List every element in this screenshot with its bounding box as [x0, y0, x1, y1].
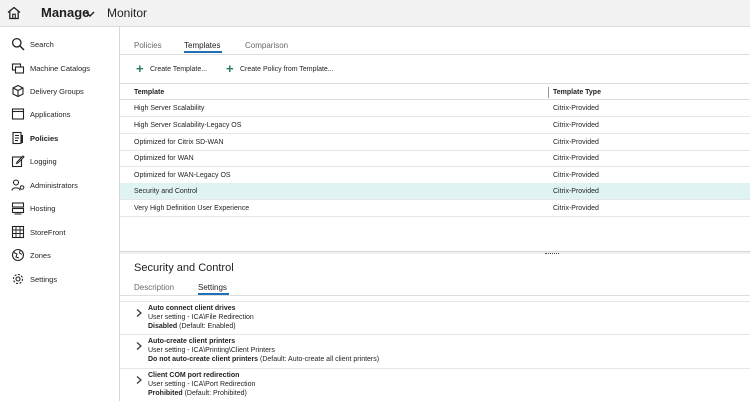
tab-templates[interactable]: Templates: [184, 40, 220, 51]
sidebar-item-applications[interactable]: Applications: [0, 104, 119, 126]
tabs-divider: [120, 54, 750, 55]
setting-value: Do not auto-create client printers: [148, 356, 259, 363]
table-row[interactable]: Optimized for WAN-Legacy OS Citrix-Provi…: [120, 167, 750, 184]
sidebar-item-logging[interactable]: Logging: [0, 151, 119, 173]
setting-path: User setting - ICA\Printing\Client Print…: [148, 347, 275, 354]
sidebar-item-administrators[interactable]: Administrators: [0, 175, 119, 197]
setting-value: Prohibited: [148, 390, 183, 397]
chevron-right-icon[interactable]: [134, 338, 144, 350]
sidebar-item-label: Policies: [30, 134, 59, 143]
chevron-right-icon[interactable]: [134, 305, 144, 317]
setting-default: (Default: Enabled): [179, 323, 236, 330]
sidebar-item-label: Machine Catalogs: [30, 64, 91, 73]
main-content: Policies Templates Comparison + Create T…: [120, 27, 750, 401]
administrators-icon: [11, 178, 25, 192]
setting-value-line: Do not auto-create client printers (Defa…: [148, 355, 379, 364]
tab-description[interactable]: Description: [134, 282, 174, 293]
chevron-right-icon[interactable]: [134, 372, 144, 384]
setting-name: Auto connect client drives: [148, 305, 236, 312]
table-row-selected[interactable]: Security and Control Citrix-Provided: [120, 183, 750, 200]
setting-item[interactable]: Auto connect client drives User setting …: [134, 304, 734, 336]
zones-icon: [11, 248, 25, 262]
sidebar-item-label: Logging: [30, 157, 57, 166]
sidebar-item-label: Administrators: [30, 181, 78, 190]
settings-divider: [120, 368, 750, 369]
manage-menu[interactable]: Manage: [41, 5, 89, 21]
details-tabs-divider: [120, 295, 750, 296]
home-icon[interactable]: [6, 5, 22, 21]
sidebar-item-label: StoreFront: [30, 228, 66, 237]
table-row[interactable]: High Server Scalability-Legacy OS Citrix…: [120, 117, 750, 134]
table-row[interactable]: Optimized for Citrix SD-WAN Citrix-Provi…: [120, 134, 750, 151]
sidebar-item-label: Hosting: [30, 204, 56, 213]
sidebar-item-storefront[interactable]: StoreFront: [0, 222, 119, 244]
setting-default: (Default: Auto-create all client printer…: [260, 356, 380, 363]
setting-item[interactable]: Auto-create client printers User setting…: [134, 337, 734, 369]
settings-divider: [120, 301, 750, 302]
plus-icon: +: [136, 61, 144, 76]
setting-value: Disabled: [148, 323, 178, 330]
column-header-template[interactable]: Template: [134, 88, 164, 97]
details-title: Security and Control: [134, 262, 234, 274]
tab-policies[interactable]: Policies: [134, 40, 162, 51]
sidebar-item-hosting[interactable]: Hosting: [0, 198, 119, 220]
splitter-grip-icon[interactable]: [545, 253, 559, 255]
sidebar: Search Machine Catalogs Delivery Groups …: [0, 27, 120, 401]
machine-catalogs-icon: [11, 61, 25, 75]
setting-path: User setting - ICA\File Redirection: [148, 314, 254, 321]
applications-icon: [11, 107, 25, 121]
gear-icon: [11, 272, 25, 286]
pane-splitter[interactable]: [120, 251, 750, 254]
table-row[interactable]: Very High Definition User Experience Cit…: [120, 200, 750, 217]
setting-name: Client COM port redirection: [148, 372, 240, 379]
delivery-groups-icon: [11, 84, 25, 98]
hosting-icon: [11, 201, 25, 215]
tab-comparison[interactable]: Comparison: [245, 40, 288, 51]
search-icon: [11, 37, 25, 51]
sidebar-item-label: Zones: [30, 251, 51, 260]
logging-icon: [11, 154, 25, 168]
table-header: Template Template Type: [120, 83, 750, 100]
settings-divider: [120, 334, 750, 335]
policies-icon: [11, 131, 25, 145]
setting-value-line: Prohibited (Default: Prohibited): [148, 389, 247, 398]
storefront-icon: [11, 225, 25, 239]
tab-settings[interactable]: Settings: [198, 282, 227, 293]
sidebar-item-label: Delivery Groups: [30, 87, 84, 96]
top-bar: Manage Monitor: [0, 0, 750, 27]
sidebar-item-label: Applications: [30, 110, 71, 119]
column-resize-handle[interactable]: [548, 87, 549, 98]
sidebar-item-machine-catalogs[interactable]: Machine Catalogs: [0, 58, 119, 80]
setting-item[interactable]: Client COM port redirection User setting…: [134, 371, 734, 401]
create-policy-from-template-button[interactable]: + Create Policy from Template...: [226, 61, 346, 77]
monitor-link[interactable]: Monitor: [107, 5, 147, 21]
sidebar-item-label: Settings: [30, 275, 58, 284]
setting-name: Auto-create client printers: [148, 338, 236, 345]
sidebar-item-search[interactable]: Search: [0, 34, 119, 56]
create-template-button[interactable]: + Create Template...: [136, 61, 216, 77]
active-tab-indicator: [184, 51, 222, 53]
sidebar-item-settings[interactable]: Settings: [0, 269, 119, 291]
plus-icon: +: [226, 61, 234, 76]
chevron-down-icon[interactable]: [84, 7, 96, 19]
setting-path: User setting - ICA\Port Redirection: [148, 381, 256, 388]
table-row[interactable]: High Server Scalability Citrix-Provided: [120, 100, 750, 117]
setting-default: (Default: Prohibited): [184, 390, 247, 397]
sidebar-item-label: Search: [30, 40, 54, 49]
sidebar-item-zones[interactable]: Zones: [0, 245, 119, 267]
table-row[interactable]: Optimized for WAN Citrix-Provided: [120, 150, 750, 167]
setting-value-line: Disabled (Default: Enabled): [148, 322, 236, 331]
sidebar-item-policies[interactable]: Policies: [0, 128, 119, 150]
sidebar-item-delivery-groups[interactable]: Delivery Groups: [0, 81, 119, 103]
column-header-template-type[interactable]: Template Type: [553, 88, 601, 97]
